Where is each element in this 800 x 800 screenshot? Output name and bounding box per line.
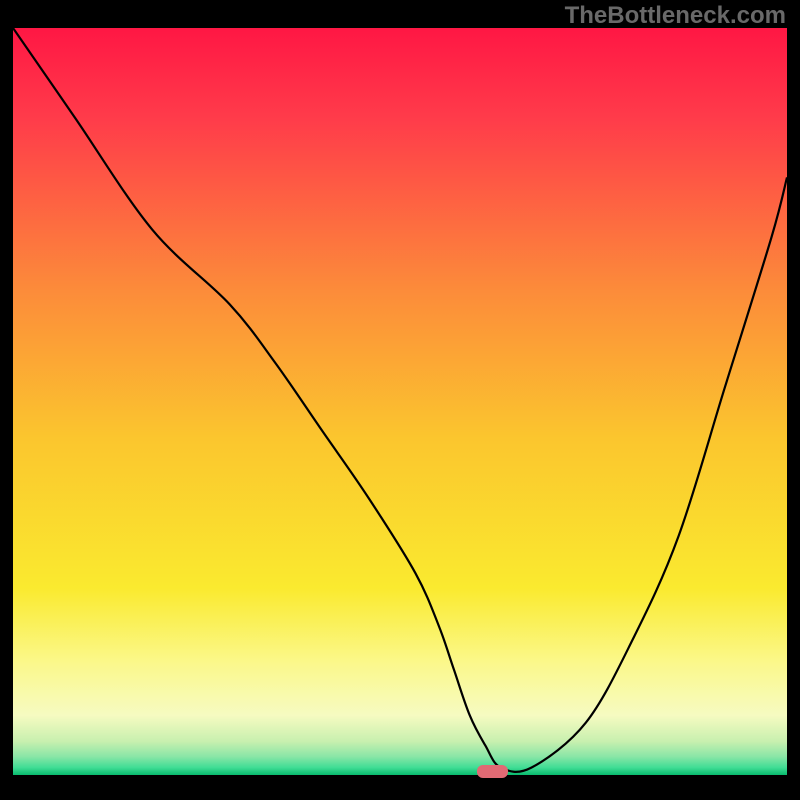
plot-area: [13, 28, 787, 775]
optimal-marker: [477, 765, 508, 778]
watermark-text: TheBottleneck.com: [565, 2, 786, 30]
bottleneck-curve: [13, 28, 787, 775]
